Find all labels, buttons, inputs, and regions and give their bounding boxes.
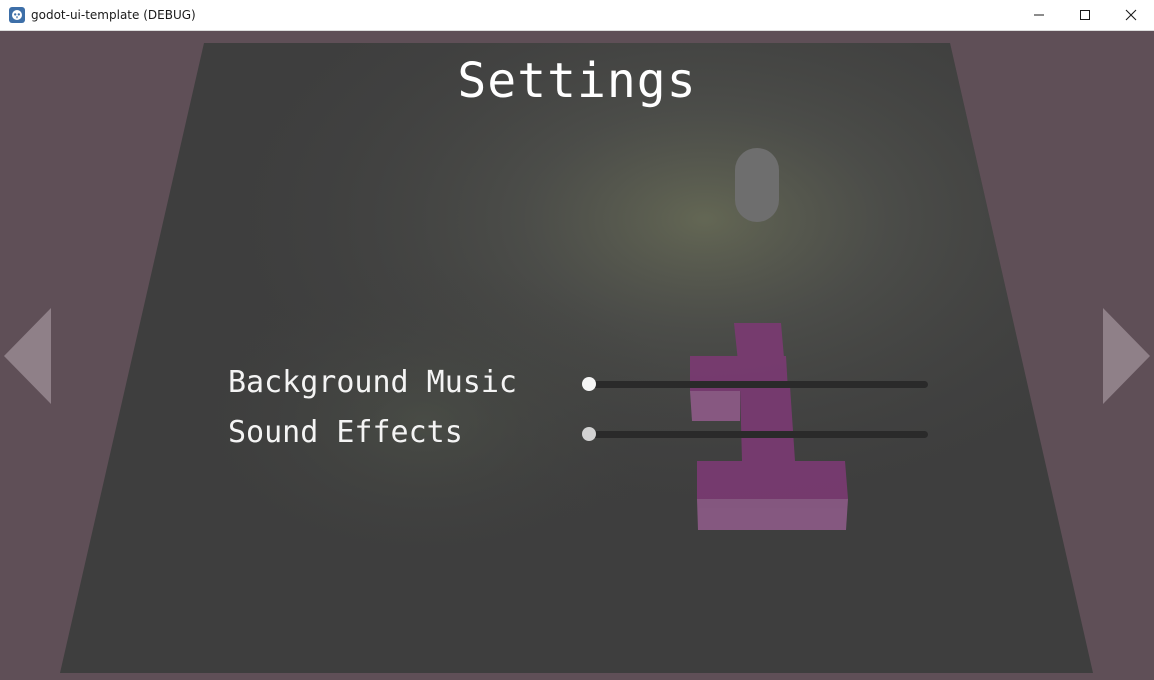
previous-page-button[interactable] <box>4 308 52 404</box>
game-window: godot-ui-template (DEBUG) Settings Backg… <box>0 0 1154 680</box>
background-music-option: Background Music <box>228 365 928 401</box>
close-button[interactable] <box>1108 0 1154 30</box>
slider-track[interactable] <box>588 431 928 438</box>
sound-effects-slider[interactable] <box>582 427 928 441</box>
background-music-label: Background Music <box>228 365 517 400</box>
maximize-icon <box>1080 10 1090 20</box>
slider-track[interactable] <box>588 381 928 388</box>
window-title: godot-ui-template (DEBUG) <box>31 8 196 22</box>
slider-handle[interactable] <box>582 427 596 441</box>
window-controls <box>1016 0 1154 30</box>
close-icon <box>1125 9 1137 21</box>
godot-app-icon <box>9 7 25 23</box>
next-page-button[interactable] <box>1102 308 1150 404</box>
title-bar[interactable]: godot-ui-template (DEBUG) <box>0 0 1154 31</box>
background-music-slider[interactable] <box>582 377 928 391</box>
sound-effects-label: Sound Effects <box>228 415 463 450</box>
scene-background <box>60 43 1093 673</box>
sound-effects-option: Sound Effects <box>228 415 928 451</box>
page-title: Settings <box>457 53 697 109</box>
minimize-icon <box>1034 14 1044 16</box>
minimize-button[interactable] <box>1016 0 1062 30</box>
maximize-button[interactable] <box>1062 0 1108 30</box>
slider-handle[interactable] <box>582 377 596 391</box>
capsule-object <box>735 148 779 222</box>
game-viewport: Settings Background Music Sound Effects <box>0 31 1154 680</box>
triangle-right-icon <box>1103 308 1150 404</box>
triangle-left-icon <box>4 308 51 404</box>
